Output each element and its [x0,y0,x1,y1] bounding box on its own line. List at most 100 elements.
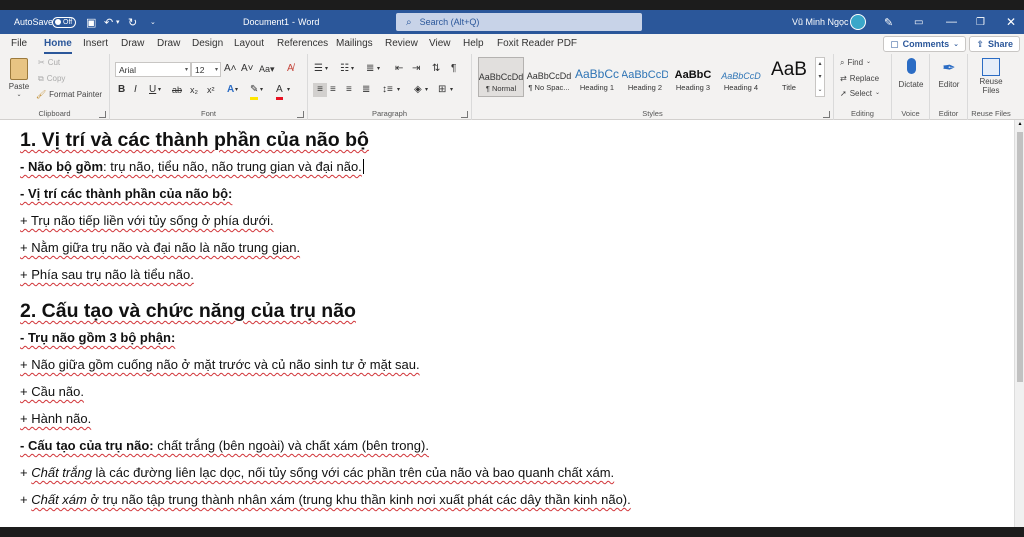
find-button[interactable]: ⌕ Find ⌄ [840,58,871,68]
tab-layout[interactable]: Layout [234,38,264,49]
save-icon[interactable]: ▣ [86,10,96,34]
paragraph[interactable]: + Não giữa gồm cuống não ở mặt trước và … [20,354,1010,381]
cut-button[interactable]: ✂ Cut [38,58,60,67]
chevron-down-icon[interactable]: ▾ [287,83,290,97]
style-heading-4[interactable]: AaBbCcD Heading 4 [718,57,764,97]
heading-1[interactable]: 1. Vị trí và các thành phần của não bộ [20,126,1010,156]
align-right-icon[interactable]: ≡ [346,83,352,97]
tab-view[interactable]: View [429,38,451,49]
paragraph[interactable]: - Vị trí các thành phần của não bộ: [20,183,1010,210]
heading-2[interactable]: 2. Cấu tạo và chức năng của trụ não [20,297,1010,327]
subscript-icon[interactable]: x₂ [190,83,198,97]
text-effects-icon[interactable]: A [227,83,234,97]
paste-button[interactable]: Paste ⌄ [6,58,32,98]
paragraph[interactable]: - Cấu tạo của trụ não: chất trắng (bên n… [20,435,1010,462]
style-no-spacing[interactable]: AaBbCcDd ¶ No Spac... [526,57,572,97]
highlight-icon[interactable]: ✎ [250,83,259,100]
redo-icon[interactable]: ↻ [128,10,137,34]
style-heading-1[interactable]: AaBbCc Heading 1 [574,57,620,97]
tab-draw-2[interactable]: Draw [157,38,180,49]
restore-icon[interactable]: ❐ [976,10,985,34]
tab-foxit[interactable]: Foxit Reader PDF [497,38,577,49]
copy-button[interactable]: ⧉ Copy [38,74,65,84]
borders-icon[interactable]: ⊞ [438,83,446,97]
font-size-select[interactable]: 12 ▾ [191,62,221,77]
tab-design[interactable]: Design [192,38,223,49]
chevron-down-icon[interactable]: ▾ [260,83,263,97]
document-canvas[interactable]: 1. Vị trí và các thành phần của não bộ -… [0,120,1024,527]
align-left-icon[interactable]: ≡ [313,83,327,97]
tab-mailings[interactable]: Mailings [336,38,373,49]
tab-draw[interactable]: Draw [121,38,144,49]
style-title[interactable]: AaB Title [766,57,812,97]
chevron-down-icon[interactable]: ▾ [235,83,238,97]
change-case-button[interactable]: Aa▾ [259,62,275,76]
dialog-launcher-icon[interactable] [297,111,304,118]
chevron-down-icon[interactable]: ▾ [325,62,328,76]
chevron-down-icon[interactable]: ▾ [816,71,824,84]
close-icon[interactable]: ✕ [1006,10,1016,34]
paragraph[interactable]: - Não bộ gồm: trụ não, tiểu não, não tru… [20,156,1010,183]
chevron-down-icon[interactable]: ▾ [351,62,354,76]
document-body[interactable]: 1. Vị trí và các thành phần của não bộ -… [20,126,1010,516]
replace-button[interactable]: ⇄ Replace [840,74,879,83]
more-styles-icon[interactable]: ⌄ [816,84,824,97]
editor-button[interactable]: ✒ Editor [932,58,966,89]
sort-icon[interactable]: ⇅ [432,62,440,76]
tab-review[interactable]: Review [385,38,418,49]
tab-help[interactable]: Help [463,38,484,49]
strikethrough-icon[interactable]: ab [172,83,182,97]
underline-icon[interactable]: U [149,83,156,97]
dialog-launcher-icon[interactable] [823,111,830,118]
ribbon-display-icon[interactable]: ▭ [914,10,923,34]
show-marks-icon[interactable]: ¶ [451,62,456,76]
bullets-icon[interactable]: ☰ [314,62,323,76]
dictate-button[interactable]: Dictate [894,58,928,89]
select-button[interactable]: ➚ Select ⌄ [840,89,880,98]
autosave-toggle[interactable]: Off [52,10,76,34]
minimize-icon[interactable]: — [946,10,957,34]
multilevel-list-icon[interactable]: ≣ [366,62,374,76]
align-center-icon[interactable]: ≡ [330,83,336,97]
user-name[interactable]: Vũ Minh Ngọc [792,10,849,34]
paragraph[interactable]: + Chất trắng là các đường liên lạc dọc, … [20,462,1010,489]
undo-icon[interactable]: ↶ [104,10,113,34]
style-heading-2[interactable]: AaBbCcD Heading 2 [622,57,668,97]
tab-references[interactable]: References [277,38,328,49]
paragraph[interactable]: + Hành não. [20,408,1010,435]
line-spacing-icon[interactable]: ↕≡ [382,83,393,97]
dialog-launcher-icon[interactable] [99,111,106,118]
numbering-icon[interactable]: ☷ [340,62,349,76]
decrease-indent-icon[interactable]: ⇤ [395,62,403,76]
grow-font-icon[interactable]: A˄ [224,62,237,76]
scroll-up-icon[interactable]: ▴ [1015,120,1024,127]
tab-file[interactable]: File [11,38,27,49]
format-painter-button[interactable]: 🖌 Format Painter [36,90,102,99]
paragraph[interactable]: + Trụ não tiếp liền với tủy sống ở phía … [20,210,1010,237]
tab-insert[interactable]: Insert [83,38,108,49]
dialog-launcher-icon[interactable] [461,111,468,118]
paragraph[interactable]: + Cầu não. [20,381,1010,408]
scroll-thumb[interactable] [1017,132,1023,382]
bold-icon[interactable]: B [118,83,125,97]
chevron-down-icon[interactable]: ▾ [425,83,428,97]
customize-toolbar-icon[interactable]: ⌄ [150,10,156,34]
font-name-select[interactable]: Arial ▾ [115,62,191,77]
chevron-down-icon[interactable]: ▾ [377,62,380,76]
comments-button[interactable]: ▢ Comments ⌄ [883,36,966,52]
tab-home[interactable]: Home [44,38,72,54]
avatar[interactable] [850,10,866,34]
paragraph[interactable]: - Trụ não gồm 3 bộ phận: [20,327,1010,354]
chevron-down-icon[interactable]: ▾ [450,83,453,97]
style-heading-3[interactable]: AaBbC Heading 3 [670,57,716,97]
paragraph[interactable]: + Chất xám ở trụ não tập trung thành nhâ… [20,489,1010,516]
justify-icon[interactable]: ≣ [362,83,370,97]
paragraph[interactable]: + Nằm giữa trụ não và đại não là não tru… [20,237,1010,264]
clear-formatting-icon[interactable]: A̸ [287,62,294,76]
chevron-up-icon[interactable]: ▴ [816,58,824,71]
pen-icon[interactable]: ✎ [884,10,893,34]
increase-indent-icon[interactable]: ⇥ [412,62,420,76]
undo-dropdown-icon[interactable]: ▾ [116,10,120,34]
search-box[interactable]: ⌕ Search (Alt+Q) [396,13,642,31]
chevron-down-icon[interactable]: ▾ [397,83,400,97]
